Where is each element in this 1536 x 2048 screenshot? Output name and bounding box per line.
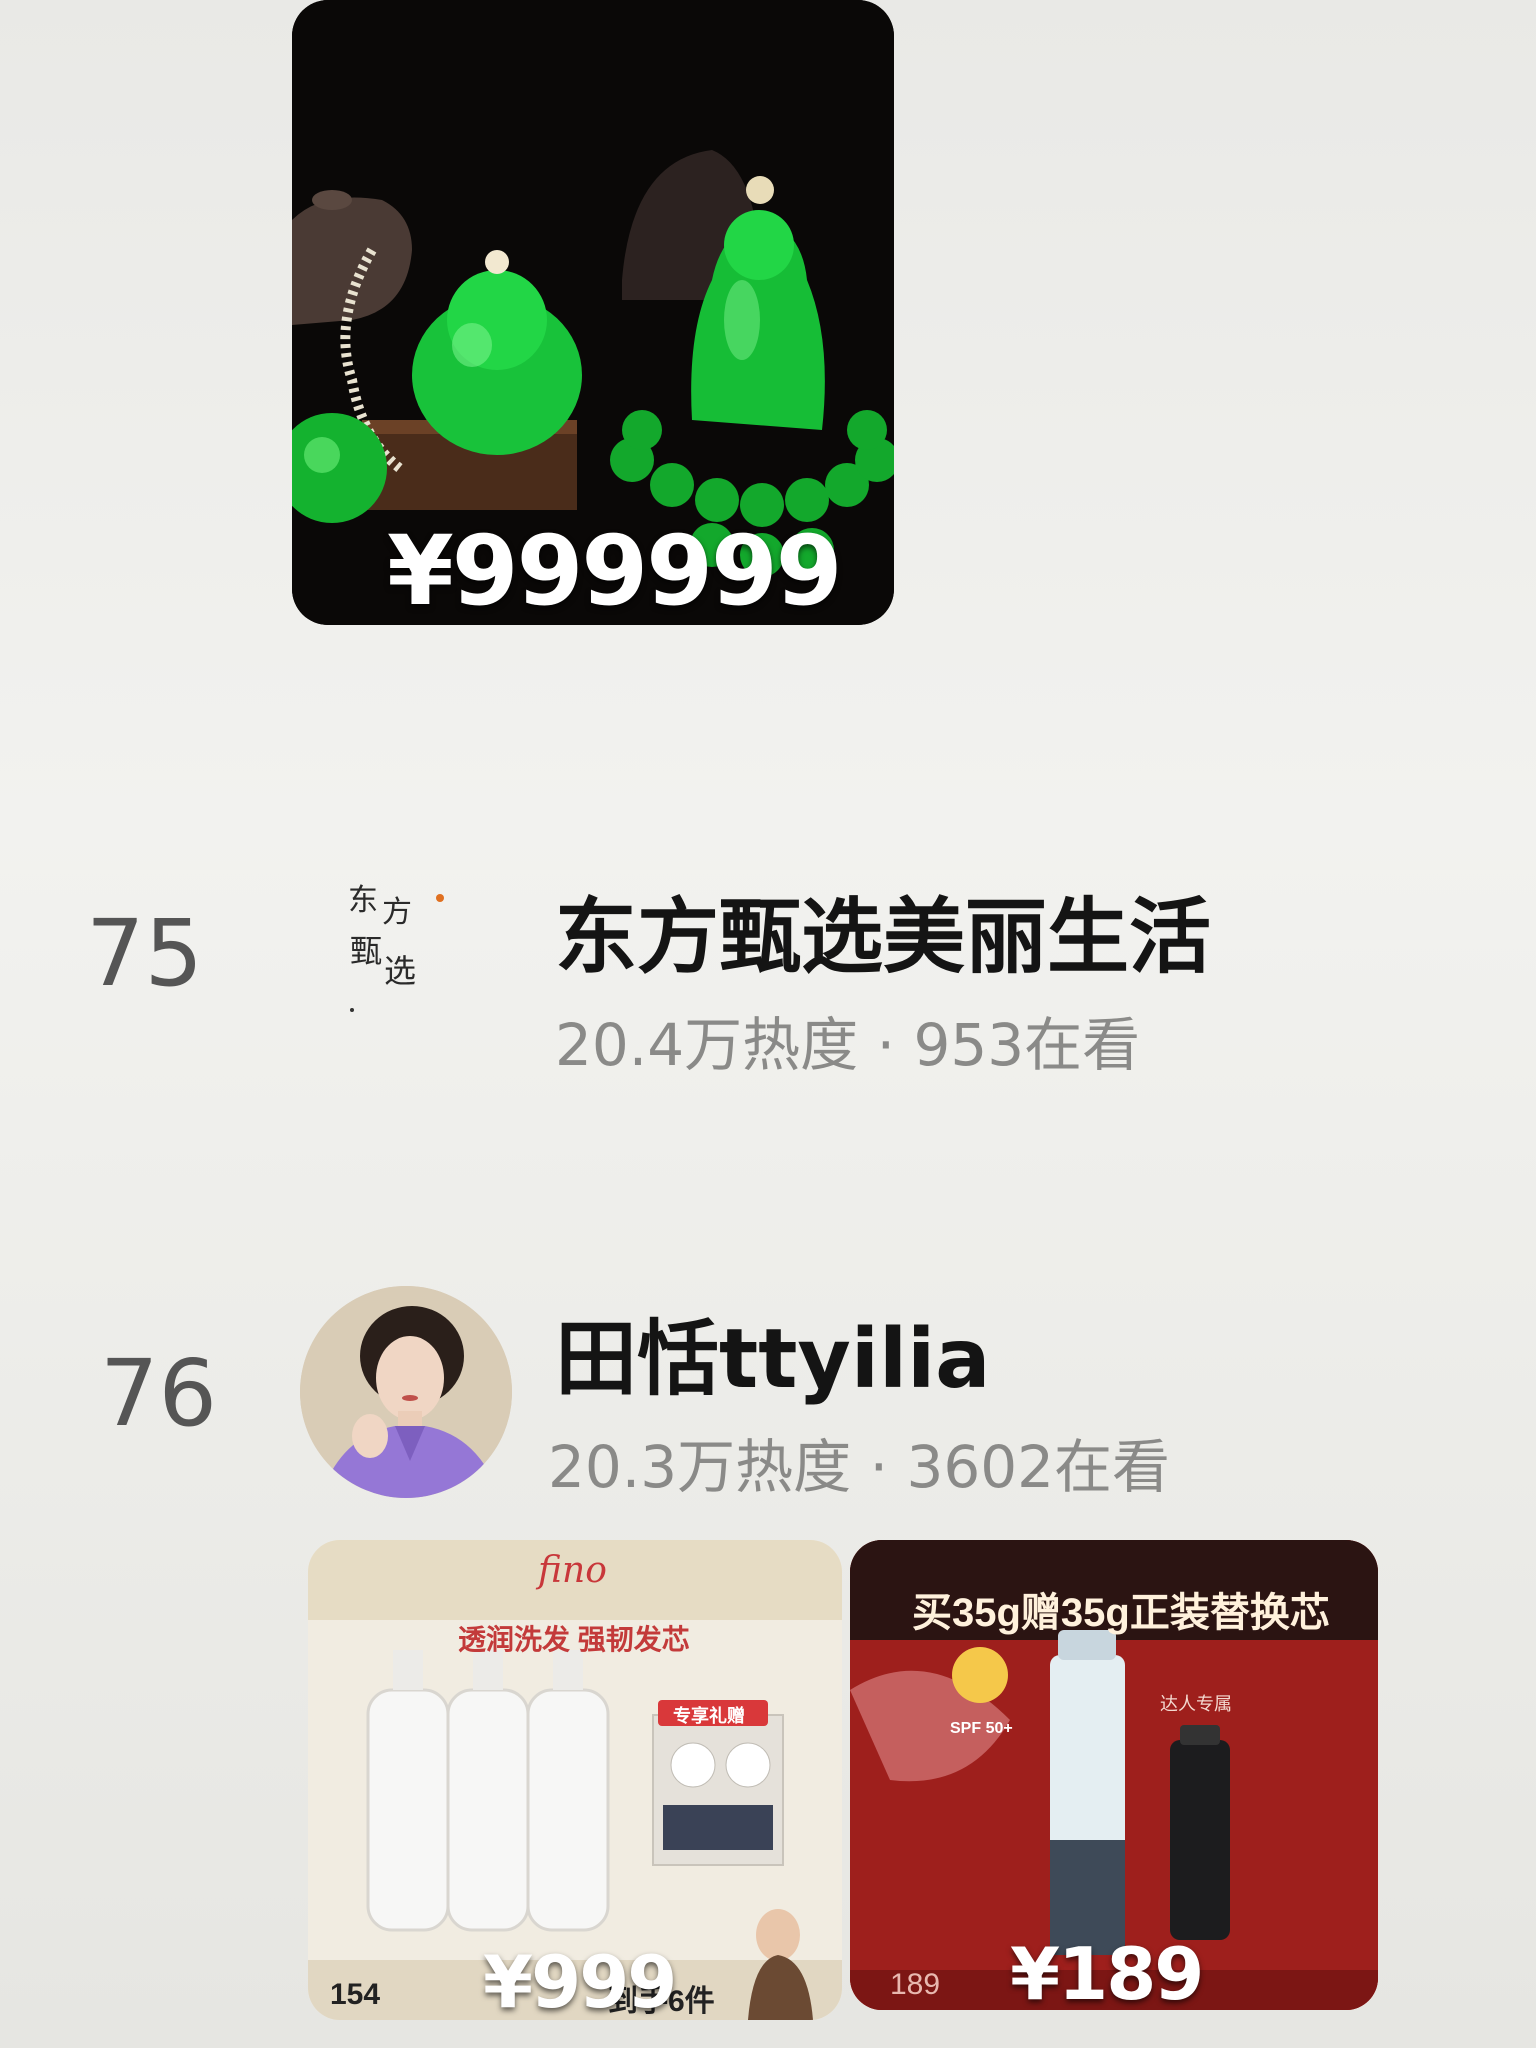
product-headline: 买35g赠35g正装替换芯 (912, 1591, 1330, 1635)
brand-logo: fino (538, 1550, 607, 1591)
svg-text:选: 选 (384, 952, 416, 990)
avatar[interactable]: 东 方 甄 选 (342, 870, 472, 1030)
rank-number: 76 (100, 1340, 218, 1447)
svg-text:东: 东 (348, 883, 378, 918)
product-card-sunscreen[interactable]: 买35g赠35g正装替换芯 SPF 50+ 达人专属 189 ¥189 (850, 1540, 1378, 2010)
streamer-name: 田恬ttyilia (555, 1312, 991, 1407)
heat-viewers-stats: 20.4万热度 · 953在看 (555, 1011, 1141, 1079)
side-label: 达人专属 (1160, 1694, 1232, 1714)
small-price: 154 (330, 1978, 381, 2011)
live-ranking-list: ¥999999 75 东 方 甄 选 东方甄选美丽生活 20.4万热度 · 95… (0, 0, 1536, 2048)
avatar[interactable] (300, 1286, 512, 1498)
product-card-jade[interactable]: ¥999999 (292, 0, 894, 625)
calligraphy-logo-icon: 东 方 甄 选 (348, 883, 444, 1012)
small-price: 189 (890, 1968, 941, 2001)
gift-tag: 专享礼赠 (673, 1706, 745, 1726)
svg-text:方: 方 (382, 895, 412, 930)
product-price: ¥999 (483, 1940, 677, 2020)
streamer-name: 东方甄选美丽生活 (555, 890, 1212, 985)
streamer-avatar-image (300, 1286, 512, 1498)
product-card-fino[interactable]: fino 透润洗发 强韧发芯 专享礼赠 154 到手6件 ¥999 (308, 1540, 842, 2020)
product-price: ¥189 (1010, 1932, 1204, 2010)
heat-viewers-stats: 20.3万热度 · 3602在看 (548, 1433, 1171, 1501)
product-price: ¥999999 (387, 515, 843, 625)
product-headline: 透润洗发 强韧发芯 (458, 1624, 690, 1655)
spf-badge: SPF 50+ (950, 1720, 1013, 1737)
rank-number: 75 (86, 900, 204, 1007)
svg-text:甄: 甄 (350, 932, 382, 970)
